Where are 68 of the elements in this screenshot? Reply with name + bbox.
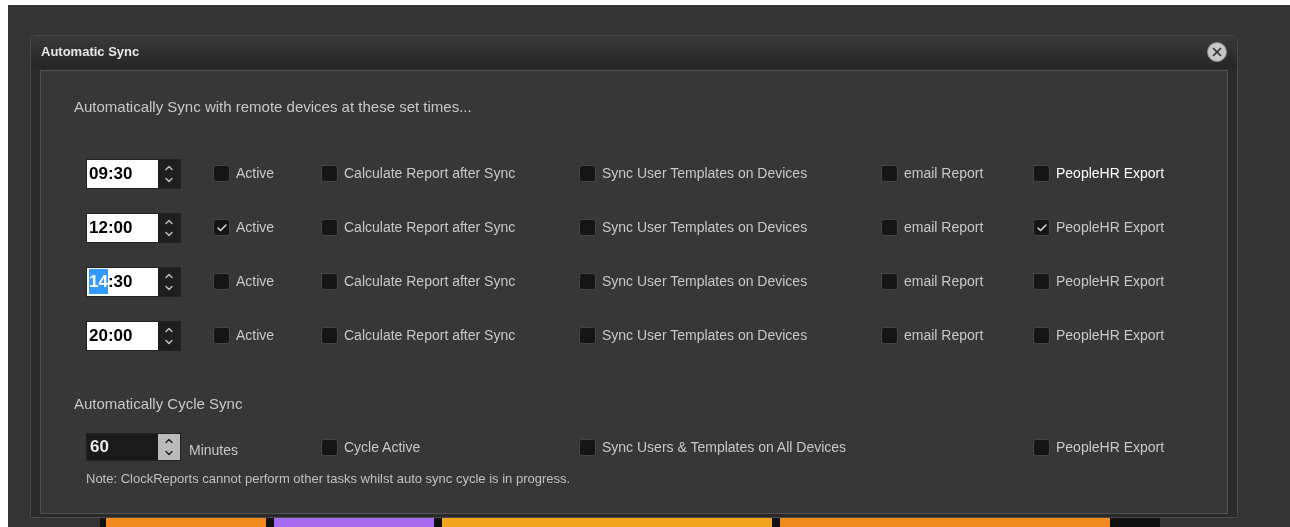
dialog-title: Automatic Sync	[41, 43, 140, 62]
checkbox-label: PeopleHR Export	[1056, 272, 1165, 291]
checkbox-label: Calculate Report after Sync	[344, 164, 516, 183]
note-text: Note: ClockReports cannot perform other tasks whilst auto sync cycle is in progress.	[86, 470, 571, 488]
checkbox-label: email Report	[904, 164, 984, 183]
checkbox-label: Calculate Report after Sync	[344, 326, 516, 345]
checkbox[interactable]	[1033, 219, 1050, 236]
check-icon	[215, 221, 228, 234]
checkbox-label: Calculate Report after Sync	[344, 218, 516, 237]
toolbar-button[interactable]	[274, 518, 434, 527]
checkbox-label: Sync User Templates on Devices	[602, 326, 808, 345]
interval-spinner[interactable]: 60	[86, 433, 181, 461]
toolbar-button[interactable]	[106, 518, 266, 527]
checkbox[interactable]	[213, 273, 230, 290]
unit-label: Minutes	[189, 441, 239, 460]
checkbox[interactable]	[579, 219, 596, 236]
spinner-arrows[interactable]	[158, 321, 180, 350]
checkbox[interactable]	[579, 327, 596, 344]
checkbox-label: Sync User Templates on Devices	[602, 164, 808, 183]
toolbar-button[interactable]	[780, 518, 1110, 527]
spinner-arrows[interactable]	[158, 159, 180, 188]
checkbox-label: Sync User Templates on Devices	[602, 272, 808, 291]
checkbox-label: Active	[236, 326, 275, 345]
checkbox[interactable]	[321, 165, 338, 182]
checkbox-label: email Report	[904, 326, 984, 345]
check-icon	[1035, 221, 1048, 234]
checkbox[interactable]	[321, 273, 338, 290]
checkbox[interactable]	[213, 165, 230, 182]
checkbox[interactable]	[881, 219, 898, 236]
checkbox-label: Active	[236, 164, 275, 183]
checkbox-label: Active	[236, 272, 275, 291]
checkbox[interactable]	[579, 438, 596, 456]
checkbox[interactable]	[321, 219, 338, 236]
time-spinner[interactable]: 20:00	[86, 320, 181, 351]
spinner-arrows[interactable]	[158, 213, 180, 242]
checkbox[interactable]	[881, 165, 898, 182]
checkbox[interactable]	[579, 165, 596, 182]
checkbox-label: Sync User Templates on Devices	[602, 218, 808, 237]
checkbox-label: email Report	[904, 218, 984, 237]
checkbox[interactable]	[1033, 165, 1050, 182]
checkbox-label: PeopleHR Export	[1056, 437, 1165, 457]
checkbox-label: Calculate Report after Sync	[344, 272, 516, 291]
checkbox[interactable]	[1033, 438, 1050, 456]
spinner-arrows[interactable]	[158, 267, 180, 296]
time-spinner[interactable]: 12:00	[86, 212, 181, 243]
checkbox[interactable]	[321, 438, 338, 456]
toolbar-button[interactable]	[442, 518, 772, 527]
checkbox-label: PeopleHR Export	[1056, 326, 1165, 345]
checkbox-label: email Report	[904, 272, 984, 291]
checkbox-label: Active	[236, 218, 275, 237]
checkbox[interactable]	[1033, 273, 1050, 290]
checkbox[interactable]	[1033, 327, 1050, 344]
close-icon	[1210, 45, 1224, 59]
checkbox[interactable]	[881, 273, 898, 290]
checkbox-label: Cycle Active	[344, 437, 421, 457]
section-heading: Automatically Cycle Sync	[74, 393, 243, 414]
checkbox[interactable]	[213, 219, 230, 236]
checkbox-label: PeopleHR Export	[1056, 164, 1165, 183]
spinner-arrows[interactable]	[158, 434, 180, 460]
section-heading: Automatically Sync with remote devices at these set times...	[74, 97, 472, 117]
checkbox-label: Sync Users & Templates on All Devices	[602, 437, 847, 457]
checkbox[interactable]	[579, 273, 596, 290]
checkbox-label: PeopleHR Export	[1056, 218, 1165, 237]
checkbox[interactable]	[213, 327, 230, 344]
close-button[interactable]	[1207, 42, 1227, 62]
checkbox[interactable]	[321, 327, 338, 344]
time-spinner[interactable]: 09:30	[86, 158, 181, 189]
checkbox[interactable]	[881, 327, 898, 344]
